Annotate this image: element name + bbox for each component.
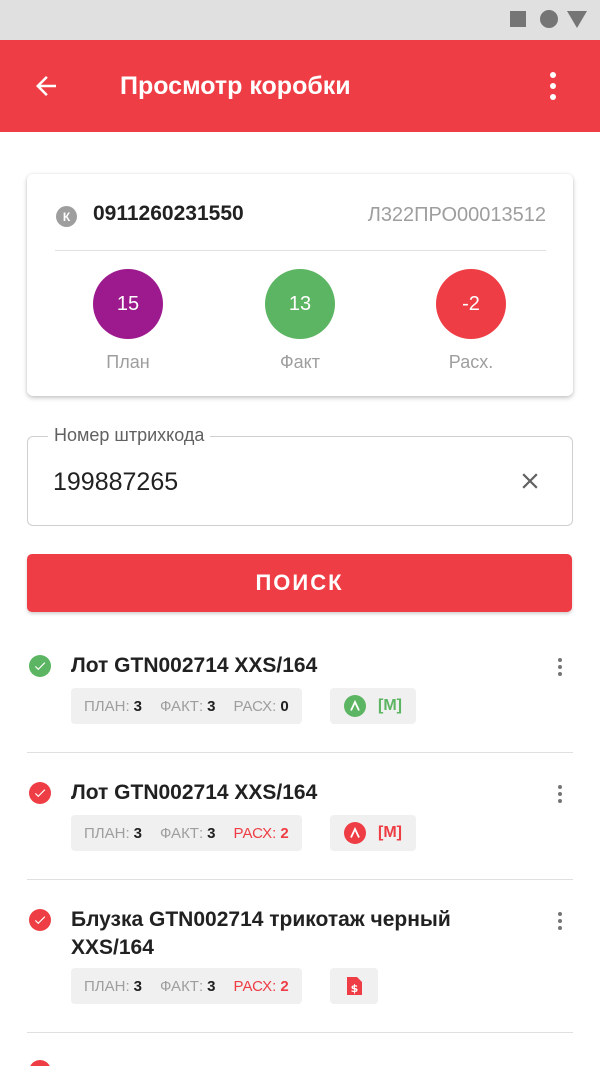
plan-label: ПЛАН: (84, 824, 130, 842)
more-vert-icon (558, 912, 562, 916)
overflow-menu-button[interactable] (538, 68, 568, 104)
list-divider (27, 879, 573, 880)
plan-value: 3 (133, 824, 142, 842)
fact-label: ФАКТ: (159, 977, 204, 995)
page-title: Просмотр коробки (120, 72, 351, 100)
arrow-back-icon (36, 76, 56, 96)
stat-diff-label: Расх. (448, 352, 494, 372)
diff-value: 2 (280, 824, 289, 842)
marking-icon (344, 822, 366, 844)
stat-diff: -2 Расх. (411, 269, 531, 373)
close-icon (522, 473, 538, 489)
marking-text: [M] (378, 697, 402, 714)
stat-plan-label: План (106, 352, 150, 372)
stat-plan: 15 План (68, 269, 188, 373)
barcode-field-label: Номер штрихкода (48, 425, 211, 446)
stat-fact: 13 Факт (240, 269, 360, 373)
status-ok-icon (29, 655, 51, 677)
card-divider (55, 250, 546, 251)
diff-value: 2 (280, 977, 289, 995)
signal-icon (567, 11, 587, 28)
box-code: 0911260231550 (93, 202, 244, 225)
svg-text:$: $ (351, 982, 359, 995)
status-error-icon (29, 1060, 51, 1066)
diff-label: РАСХ: (233, 697, 277, 715)
search-button[interactable]: ПОИСК (27, 554, 572, 612)
plan-label: ПЛАН: (84, 697, 130, 715)
marking-tag[interactable]: [M] (330, 688, 416, 724)
status-error-icon (29, 782, 51, 804)
box-summary-card: К 0911260231550 Л322ПРО00013512 15 План … (27, 174, 573, 396)
price-tag[interactable]: $ (330, 968, 378, 1004)
list-divider (27, 1032, 573, 1033)
diff-value: 0 (280, 697, 289, 715)
more-vert-icon (558, 785, 562, 789)
recents-icon (510, 11, 526, 27)
barcode-input[interactable] (53, 465, 493, 499)
marking-tag[interactable]: [M] (330, 815, 416, 851)
fact-label: ФАКТ: (159, 697, 204, 715)
home-icon (540, 10, 558, 28)
item-menu-button[interactable] (545, 906, 575, 936)
status-error-icon (29, 909, 51, 931)
fact-value: 3 (207, 824, 216, 842)
back-button[interactable] (24, 64, 68, 108)
item-counts: ПЛАН: 3 ФАКТ: 3 РАСХ: 2 (71, 968, 302, 1004)
item-title: Блузка GTN002714 трикотаж черный XXS/164 (71, 908, 451, 959)
item-title: Лот GTN002714 XXS/164 (71, 654, 318, 677)
marking-text: [M] (378, 824, 402, 841)
item-title: Лот GTN002714 XXS/164 (71, 781, 318, 804)
marking-icon (344, 695, 366, 717)
box-type-badge: К (56, 206, 77, 227)
fact-value: 3 (207, 977, 216, 995)
clear-button[interactable] (510, 461, 550, 501)
fact-value: 3 (207, 697, 216, 715)
box-reference: Л322ПРО00013512 (367, 204, 546, 226)
stat-fact-value: 13 (265, 269, 335, 339)
diff-label: РАСХ: (233, 977, 277, 995)
more-vert-icon (558, 658, 562, 662)
plan-label: ПЛАН: (84, 977, 130, 995)
price-tag-icon: $ (347, 977, 362, 995)
item-counts: ПЛАН: 3 ФАКТ: 3 РАСХ: 2 (71, 815, 302, 851)
stat-diff-value: -2 (436, 269, 506, 339)
item-menu-button[interactable] (545, 652, 575, 682)
item-counts: ПЛАН: 3 ФАКТ: 3 РАСХ: 0 (71, 688, 302, 724)
item-menu-button[interactable] (545, 779, 575, 809)
list-divider (27, 752, 573, 753)
stat-fact-label: Факт (279, 352, 321, 372)
fact-label: ФАКТ: (159, 824, 204, 842)
barcode-field[interactable]: Номер штрихкода (27, 425, 573, 526)
plan-value: 3 (133, 697, 142, 715)
stat-plan-value: 15 (93, 269, 163, 339)
app-bar: Просмотр коробки (0, 40, 600, 132)
more-vert-icon (550, 72, 556, 78)
diff-label: РАСХ: (233, 824, 277, 842)
plan-value: 3 (133, 977, 142, 995)
status-bar (0, 0, 600, 40)
